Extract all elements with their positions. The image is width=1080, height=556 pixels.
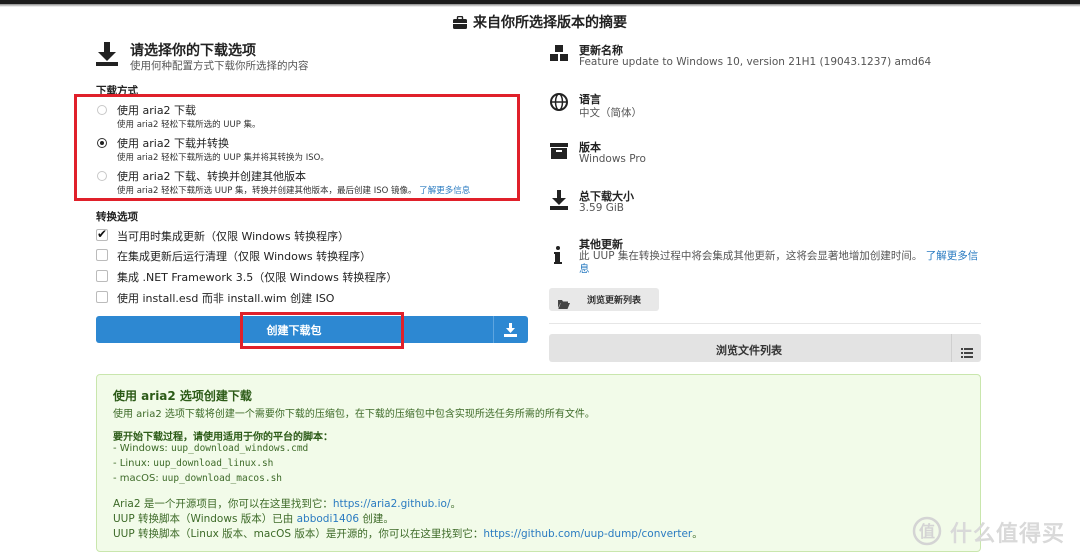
info-icon (554, 246, 562, 268)
macos-script-name: uup_download_macos.sh (161, 473, 283, 484)
linux-script-name: uup_download_linux.sh (153, 458, 274, 469)
info-title: 使用 aria2 选项创建下载 (113, 389, 252, 403)
folder-open-icon (558, 294, 570, 313)
watermark-text: 什么值得买 (950, 522, 1066, 547)
option-aria2-label[interactable]: 使用 aria2 下载 (117, 102, 196, 118)
other-updates-value: 此 UUP 集在转换过程中将会集成其他更新，这将会显著地增加创建时间。 了解更多… (579, 250, 979, 275)
convert-options-label: 转换选项 (96, 211, 138, 223)
netfx-label[interactable]: 集成 .NET Framework 3.5（仅限 Windows 转换程序） (117, 269, 397, 285)
netfx-checkbox[interactable] (96, 270, 108, 282)
top-bar-shadow (0, 4, 1080, 7)
integrate-updates-label[interactable]: 当可用时集成更新（仅限 Windows 转换程序） (117, 228, 349, 244)
info-desc: 使用 aria2 选项下载将创建一个需要你下载的压缩包，在下载的压缩包中包含实现… (113, 409, 595, 420)
win-converter-line: UUP 转换脚本（Windows 版本）已由 abbodi1406 创建。 (113, 513, 394, 525)
cleanup-label[interactable]: 在集成更新后运行清理（仅限 Windows 转换程序） (117, 248, 371, 264)
cleanup-checkbox[interactable] (96, 249, 108, 261)
windows-script-name: uup_download_windows.cmd (170, 443, 309, 454)
integrate-updates-checkbox[interactable] (96, 227, 108, 241)
option-aria2-convert-radio[interactable] (97, 138, 107, 148)
converter-link[interactable]: https://github.com/uup-dump/converter (483, 528, 692, 540)
linux-script-line: - Linux: uup_download_linux.sh (113, 458, 274, 469)
install-esd-label[interactable]: 使用 install.esd 而非 install.wim 创建 ISO (117, 290, 334, 306)
highlight-box-button (240, 312, 404, 349)
install-esd-checkbox[interactable] (96, 291, 108, 303)
divider (549, 323, 981, 324)
download-icon (96, 42, 118, 70)
macos-script-line: - macOS: uup_download_macos.sh (113, 473, 283, 484)
watermark-logo: 值 (912, 516, 942, 550)
windows-script-line: - Windows: uup_download_windows.cmd (113, 443, 309, 454)
svg-text:值: 值 (919, 522, 935, 541)
language-value: 中文（简体） (579, 107, 642, 119)
linux-converter-line: UUP 转换脚本（Linux 版本、macOS 版本）是开源的，你可以在这里找到… (113, 528, 703, 540)
option-aria2-convert-editions-desc: 使用 aria2 轻松下载所选 UUP 集，转换并创建其他版本，最后创建 ISO… (117, 186, 471, 196)
edition-value: Windows Pro (579, 153, 646, 165)
size-value: 3.59 GiB (579, 202, 624, 214)
globe-icon (550, 93, 568, 115)
button-divider (493, 316, 494, 343)
option-aria2-convert-label[interactable]: 使用 aria2 下载并转换 (117, 135, 229, 151)
aria2-link[interactable]: https://aria2.github.io/ (333, 498, 451, 510)
option-aria2-desc: 使用 aria2 轻松下载所选的 UUP 集。 (117, 120, 261, 130)
scripts-heading: 要开始下载过程，请使用适用于你的平台的脚本： (113, 432, 333, 443)
option-aria2-convert-editions-label[interactable]: 使用 aria2 下载、转换并创建其他版本 (117, 168, 306, 184)
update-name-value: Feature update to Windows 10, version 21… (579, 56, 932, 68)
download-heading: 请选择你的下载选项 (130, 43, 256, 59)
learn-more-link[interactable]: 了解更多信息 (419, 186, 470, 196)
archive-icon (550, 143, 568, 163)
option-aria2-convert-desc: 使用 aria2 轻松下载所选的 UUP 集并将其转换为 ISO。 (117, 153, 329, 163)
aria2-project-line: Aria2 是一个开源项目，你可以在这里找到它：https://aria2.gi… (113, 498, 462, 510)
cubes-icon (550, 45, 568, 66)
page-title: 来自你所选择版本的摘要 (0, 12, 1080, 33)
download-icon (504, 322, 517, 341)
browse-updates-button[interactable]: 浏览更新列表 (549, 288, 659, 311)
aria2-info-box: 使用 aria2 选项创建下载 使用 aria2 选项下载将创建一个需要你下载的… (96, 374, 981, 552)
page-title-text: 来自你所选择版本的摘要 (473, 15, 627, 31)
browse-files-button[interactable]: 浏览文件列表 (549, 334, 981, 362)
option-aria2-radio[interactable] (97, 105, 107, 115)
briefcase-icon (453, 15, 467, 33)
download-icon (550, 190, 568, 214)
button-divider (951, 334, 952, 362)
download-subheading: 使用何种配置方式下载你所选择的内容 (130, 60, 309, 72)
browse-files-label: 浏览文件列表 (716, 344, 782, 357)
browse-updates-label: 浏览更新列表 (587, 296, 642, 306)
list-icon (961, 343, 973, 362)
abbodi-link[interactable]: abbodi1406 (297, 513, 360, 525)
option-aria2-convert-editions-radio[interactable] (97, 171, 107, 181)
